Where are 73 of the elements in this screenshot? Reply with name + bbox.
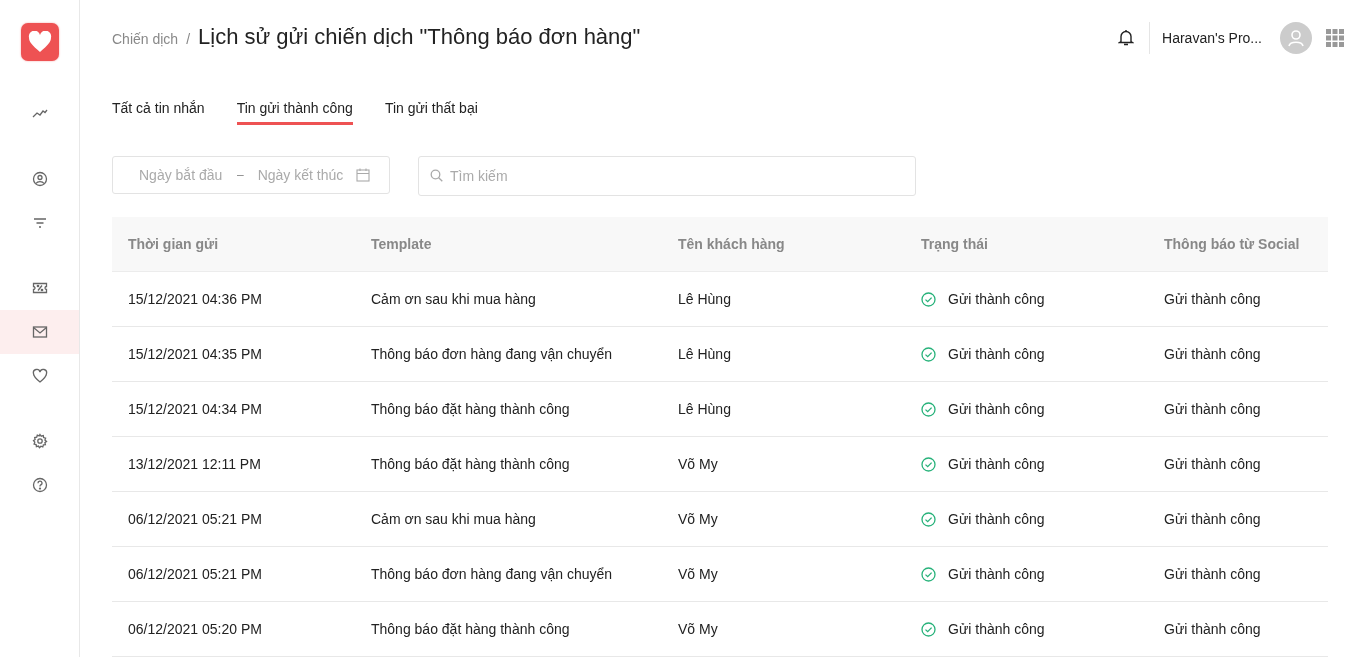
table-cell-text: Võ My [678,456,719,472]
filter-icon [31,215,48,231]
status-text: Gửi thành công [948,291,1045,307]
coupon-icon [31,280,48,296]
tab[interactable]: Tất cả tin nhắn [112,99,205,125]
start-date-input[interactable]: Ngày bắt đầu [139,167,227,183]
check-circle-icon [921,401,936,417]
check-circle-icon [921,566,936,582]
table-cell-text: Gửi thành công [1164,566,1262,582]
table-cell-text: Gửi thành công [1164,346,1262,362]
table-cell-text: Gửi thành công [1164,621,1262,637]
help-icon [31,477,48,493]
column-header: Thông báo từ Social [1164,236,1301,252]
table-cell-text: 06/12/2021 05:21 PM [128,566,263,582]
table-cell-text: Thông báo đặt hàng thành công [371,456,571,472]
breadcrumb-link[interactable]: Chiến dịch [112,30,179,47]
app-logo[interactable] [20,23,59,61]
table-cell-text: 06/12/2021 05:21 PM [128,511,263,527]
calendar-icon [355,168,370,182]
status-text: Gửi thành công [948,621,1045,637]
table-cell-text: Thông báo đơn hàng đang vận chuyển [371,346,614,362]
check-circle-icon [921,621,936,637]
status-text: Gửi thành công [948,456,1045,472]
column-header: Tên khách hàng [678,236,786,252]
tab[interactable]: Tin gửi thành công [236,99,353,125]
status-text: Gửi thành công [948,401,1045,417]
table-cell-text: Gửi thành công [1164,511,1262,527]
tab[interactable]: Tin gửi thất bại [384,99,478,125]
sidebar-item[interactable] [0,310,79,354]
table-cell-text: Gửi thành công [1164,401,1262,417]
table-cell-text: 15/12/2021 04:34 PM [128,401,263,417]
table-cell-text: Cảm ơn sau khi mua hàng [371,511,537,527]
table-cell-text: Võ My [678,621,719,637]
table-cell-text: Thông báo đơn hàng đang vận chuyển [371,566,614,582]
apps-grid-icon[interactable] [1326,28,1344,47]
end-date-input[interactable]: Ngày kết thúc [257,167,346,183]
table-cell-text: Thông báo đặt hàng thành công [371,401,571,417]
status-text: Gửi thành công [948,511,1045,527]
table-cell-text: Cảm ơn sau khi mua hàng [371,291,537,307]
date-range-field[interactable]: Ngày bắt đầu – Ngày kết thúc [112,156,390,194]
search-icon [430,169,443,182]
check-circle-icon [921,456,936,472]
check-circle-icon [921,346,936,362]
mail-icon [31,324,48,340]
table-cell-text: Thông báo đặt hàng thành công [371,621,571,637]
table-cell-text: Lê Hùng [678,291,732,307]
table-cell-text: 06/12/2021 05:20 PM [128,621,263,637]
gear-icon [31,433,48,449]
avatar-icon[interactable] [1280,21,1312,54]
column-header: Template [371,236,433,252]
table-cell-text: Võ My [678,566,719,582]
check-circle-icon [921,511,936,527]
table-cell-text: Gửi thành công [1164,291,1262,307]
table-cell-text: 13/12/2021 12:11 PM [128,456,262,472]
column-header: Thời gian gửi [128,236,220,252]
heart-icon [31,368,48,384]
check-circle-icon [921,291,936,307]
range-separator: – [237,168,244,182]
table-cell-text: Lê Hùng [678,346,732,362]
table-cell-text: Lê Hùng [678,401,732,417]
bell-icon[interactable] [1118,29,1135,47]
table-cell-text: Võ My [678,511,719,527]
page-title: Lịch sử gửi chiến dịch "Thông báo đơn hàng" [198,23,641,50]
search-field[interactable]: Tìm kiếm [418,156,916,196]
breadcrumb-separator: / [186,30,191,47]
status-text: Gửi thành công [948,346,1045,362]
user-circle-icon [31,171,48,187]
table-cell-text: Gửi thành công [1164,456,1262,472]
account-name[interactable]: Haravan's Pro... [1162,29,1262,46]
table-cell-text: 15/12/2021 04:36 PM [128,291,263,307]
column-header: Trạng thái [921,236,989,252]
table-cell-text: 15/12/2021 04:35 PM [128,346,263,362]
status-text: Gửi thành công [948,566,1045,582]
